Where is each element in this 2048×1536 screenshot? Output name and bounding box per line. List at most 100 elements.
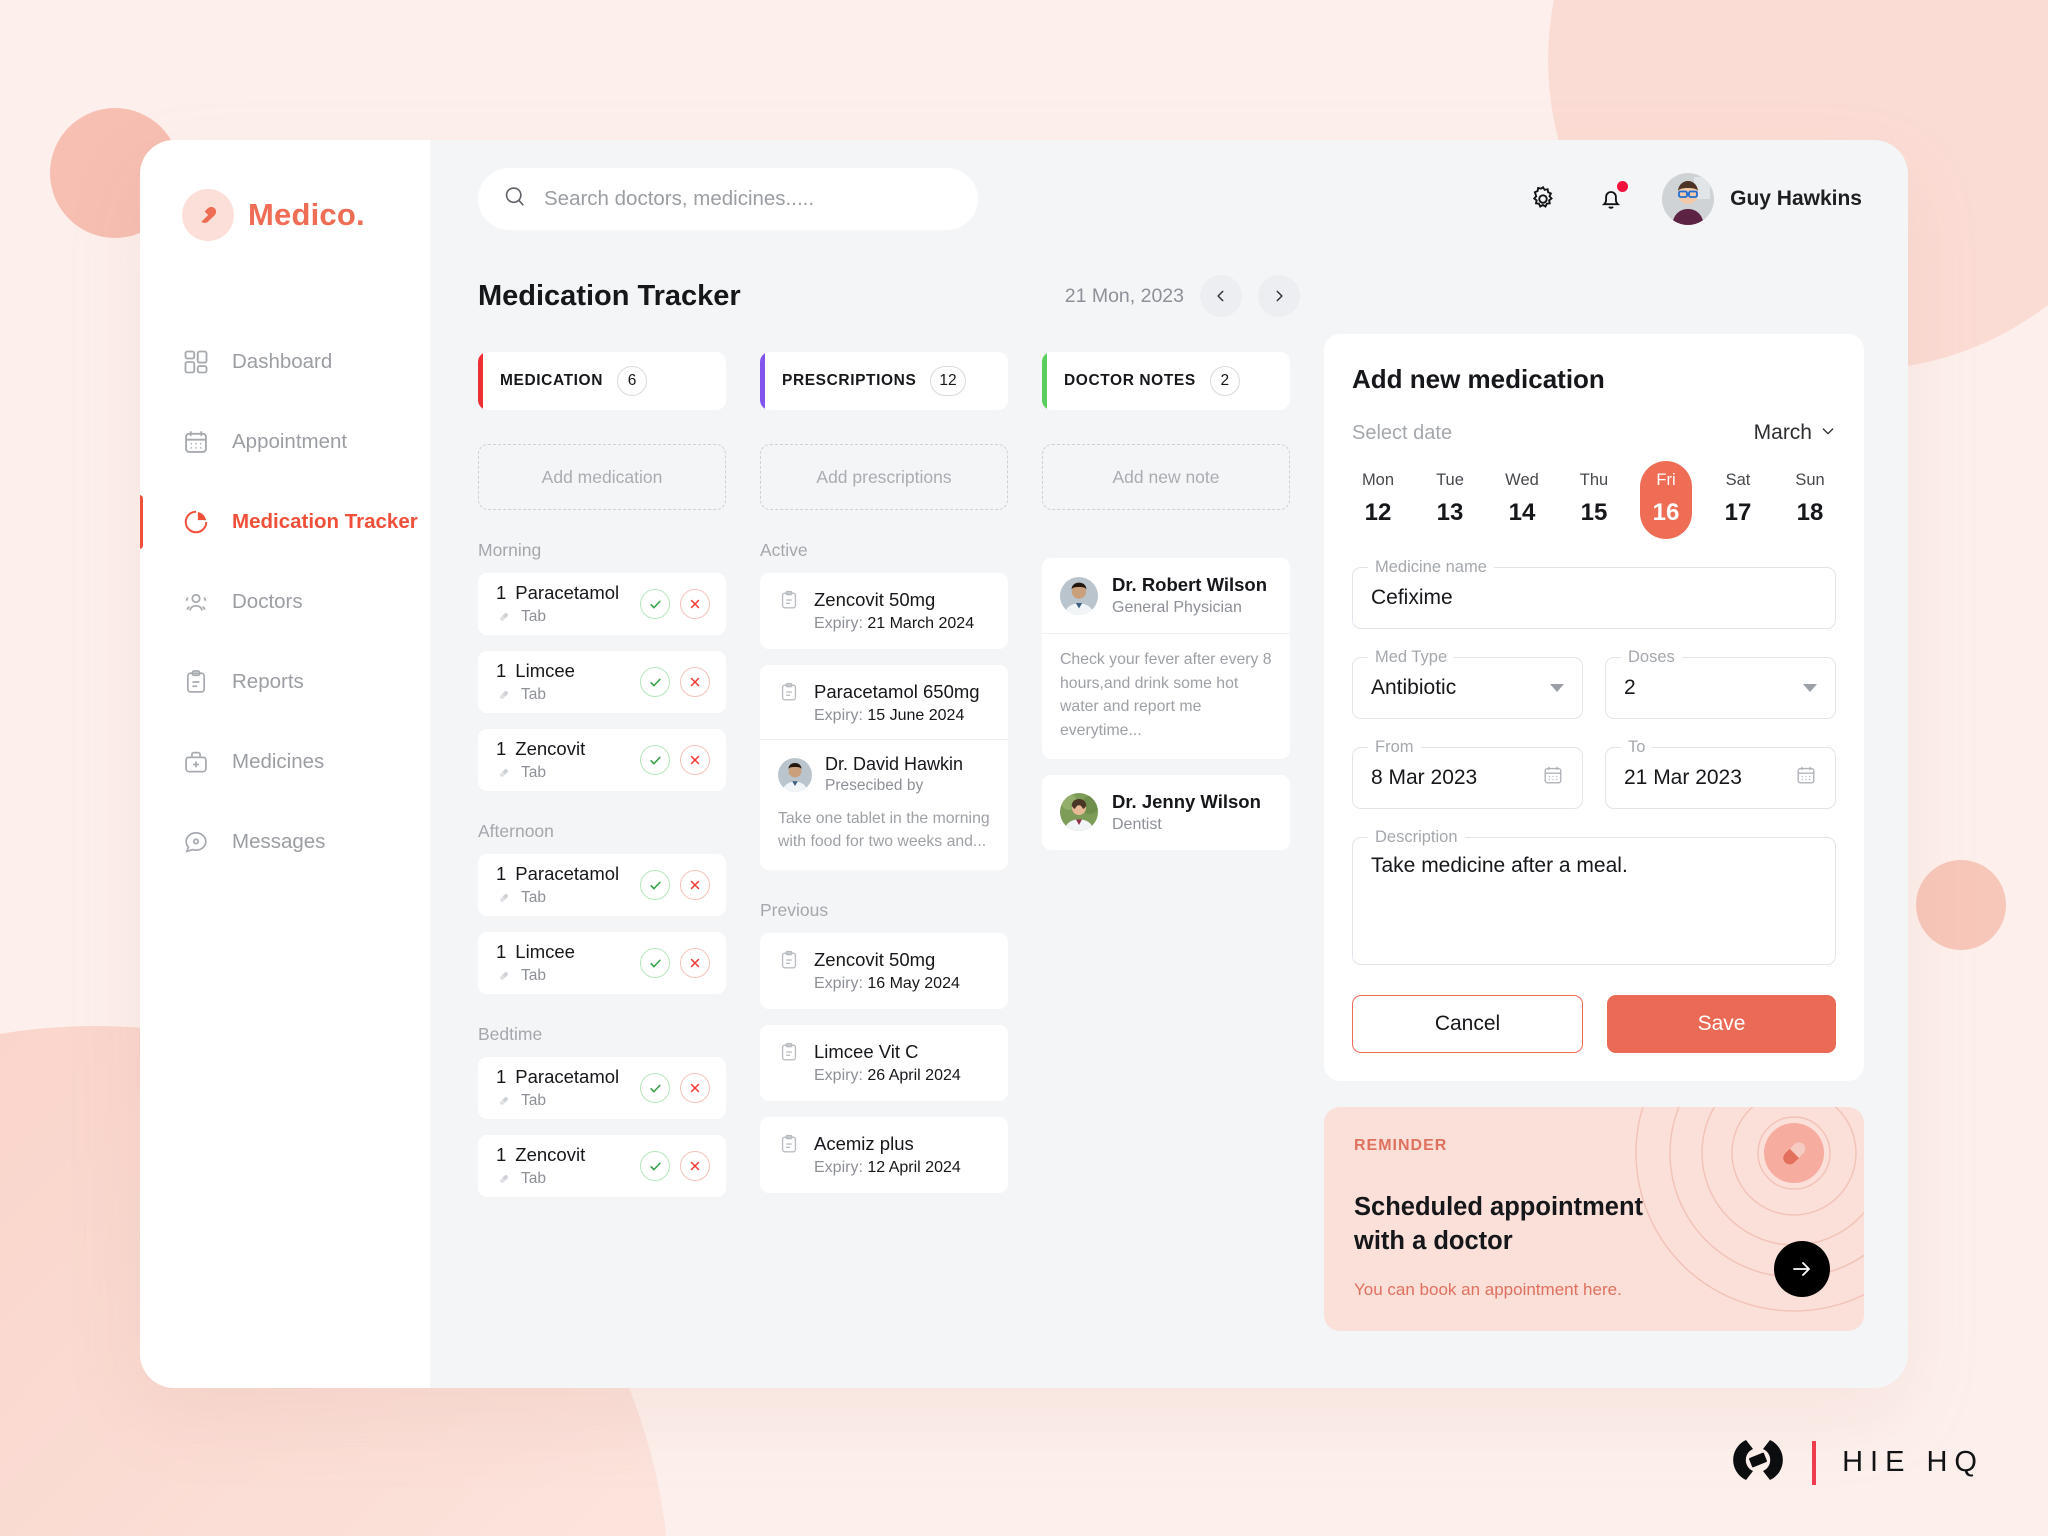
medication-row[interactable]: 1 Paracetamol Tab xyxy=(478,1057,726,1119)
expiry-date: 26 April 2024 xyxy=(867,1066,961,1084)
check-icon[interactable] xyxy=(640,589,670,619)
arrow-right-icon[interactable] xyxy=(1774,1241,1830,1297)
close-icon[interactable] xyxy=(680,1151,710,1181)
day-option[interactable]: Sun 18 xyxy=(1784,461,1836,539)
bell-icon[interactable] xyxy=(1594,181,1629,216)
add-new-note-button[interactable]: Add new note xyxy=(1042,444,1290,510)
medication-row[interactable]: 1 Zencovit Tab xyxy=(478,729,726,791)
medication-column: MEDICATION 6 Add medication Morning 1 Pa… xyxy=(478,352,726,1213)
from-date-field[interactable]: From 8 Mar 2023 xyxy=(1352,738,1583,809)
calendar-icon[interactable] xyxy=(1795,764,1817,792)
add-prescriptions-button[interactable]: Add prescriptions xyxy=(760,444,1008,510)
tab-prescriptions[interactable]: PRESCRIPTIONS 12 xyxy=(760,352,1008,410)
medication-row[interactable]: 1 Limcee Tab xyxy=(478,932,726,994)
day-option[interactable]: Tue 13 xyxy=(1424,461,1476,539)
day-option-selected[interactable]: Fri 16 xyxy=(1640,461,1692,539)
medication-qty: 1 xyxy=(496,1066,507,1087)
search-input[interactable] xyxy=(544,187,954,211)
prescription-card[interactable]: Acemiz plus Expiry: 12 April 2024 xyxy=(760,1116,1008,1193)
close-icon[interactable] xyxy=(680,948,710,978)
close-icon[interactable] xyxy=(680,870,710,900)
sidebar-item-dashboard[interactable]: Dashboard xyxy=(140,322,430,402)
day-option[interactable]: Wed 14 xyxy=(1496,461,1548,539)
current-date-label: 21 Mon, 2023 xyxy=(1064,284,1184,307)
medication-form-label: Tab xyxy=(521,1092,546,1109)
medicine-name-field[interactable]: Medicine name Cefixime xyxy=(1352,558,1836,629)
day-number: 18 xyxy=(1796,499,1824,526)
sidebar-item-reports[interactable]: Reports xyxy=(140,642,430,722)
reminder-kicker: REMINDER xyxy=(1354,1137,1448,1154)
sidebar-item-label: Doctors xyxy=(232,590,303,613)
prescription-card[interactable]: Zencovit 50mg Expiry: 16 May 2024 xyxy=(760,932,1008,1009)
add-medication-button[interactable]: Add medication xyxy=(478,444,726,510)
save-button[interactable]: Save xyxy=(1607,995,1836,1053)
medication-qty: 1 xyxy=(496,863,507,884)
medication-row[interactable]: 1 Paracetamol Tab xyxy=(478,573,726,635)
close-icon[interactable] xyxy=(680,667,710,697)
prescription-expiry: Expiry: 12 April 2024 xyxy=(814,1159,961,1177)
check-icon[interactable] xyxy=(640,870,670,900)
footer-logo: HIE HQ xyxy=(1730,1437,1984,1488)
sidebar-item-medicines[interactable]: Medicines xyxy=(140,722,430,802)
day-number: 12 xyxy=(1364,499,1392,526)
doctor-note-card[interactable]: Dr. Jenny Wilson Dentist xyxy=(1042,774,1290,850)
sidebar: Medico. Dashboard Appointment Medication… xyxy=(140,140,430,1388)
add-medication-panel: Add new medication Select date March Mon… xyxy=(1324,334,1864,1081)
to-date-field[interactable]: To 21 Mar 2023 xyxy=(1605,738,1836,809)
check-icon[interactable] xyxy=(640,1073,670,1103)
check-icon[interactable] xyxy=(640,667,670,697)
medication-form-label: Tab xyxy=(521,1170,546,1187)
gear-icon[interactable] xyxy=(1526,182,1560,216)
reminder-card[interactable]: REMINDER Scheduled appointment with a do… xyxy=(1324,1107,1864,1331)
medication-row[interactable]: 1 Paracetamol Tab xyxy=(478,854,726,916)
check-icon[interactable] xyxy=(640,745,670,775)
notification-badge xyxy=(1617,181,1629,192)
chevron-right-icon[interactable] xyxy=(1258,275,1300,317)
day-option[interactable]: Sat 17 xyxy=(1712,461,1764,539)
medication-title: 1 Paracetamol xyxy=(496,863,640,885)
user-profile[interactable]: Guy Hawkins xyxy=(1662,173,1862,225)
medication-name: Limcee xyxy=(515,941,575,962)
prescription-row: Limcee Vit C Expiry: 26 April 2024 xyxy=(778,1041,990,1085)
doctor-note-card[interactable]: Dr. Robert Wilson General Physician Chec… xyxy=(1042,558,1290,759)
field-label: From xyxy=(1368,738,1421,757)
sidebar-item-messages[interactable]: Messages xyxy=(140,802,430,882)
chevron-left-icon[interactable] xyxy=(1200,275,1242,317)
close-icon[interactable] xyxy=(680,745,710,775)
sidebar-item-doctors[interactable]: Doctors xyxy=(140,562,430,642)
expiry-date: 12 April 2024 xyxy=(867,1158,961,1176)
clipboard-icon xyxy=(778,1133,800,1160)
field-label: Doses xyxy=(1621,648,1682,667)
prescribing-doctor: Dr. David Hawkin Presecibed by xyxy=(778,754,990,795)
prescription-card[interactable]: Limcee Vit C Expiry: 26 April 2024 xyxy=(760,1024,1008,1101)
avatar xyxy=(1662,173,1715,225)
check-icon[interactable] xyxy=(640,948,670,978)
search-bar[interactable] xyxy=(478,168,978,230)
tab-medication[interactable]: MEDICATION 6 xyxy=(478,352,726,410)
prescription-card[interactable]: Zencovit 50mg Expiry: 21 March 2024 xyxy=(760,573,1008,649)
divider xyxy=(1812,1440,1817,1485)
description-textarea[interactable]: Take medicine after a meal. xyxy=(1352,837,1836,965)
close-icon[interactable] xyxy=(680,589,710,619)
medication-row[interactable]: 1 Zencovit Tab xyxy=(478,1135,726,1197)
close-icon[interactable] xyxy=(680,1073,710,1103)
prescription-card[interactable]: Paracetamol 650mg Expiry: 15 June 2024 D… xyxy=(760,665,1008,870)
day-option[interactable]: Mon 12 xyxy=(1352,461,1404,539)
pill-icon xyxy=(500,1175,508,1183)
med-type-field[interactable]: Med Type Antibiotic xyxy=(1352,648,1583,719)
day-option[interactable]: Thu 15 xyxy=(1568,461,1620,539)
medication-form-label: Tab xyxy=(521,889,546,906)
brand-logo[interactable]: Medico. xyxy=(140,180,430,250)
medication-row[interactable]: 1 Limcee Tab xyxy=(478,651,726,713)
description-field[interactable]: Description Take medicine after a meal. xyxy=(1352,828,1836,965)
calendar-icon[interactable] xyxy=(1542,764,1564,792)
tab-doctor-notes[interactable]: DOCTOR NOTES 2 xyxy=(1042,352,1290,410)
month-selector[interactable]: March xyxy=(1754,421,1836,445)
doctor-name: Dr. Jenny Wilson xyxy=(1112,790,1261,812)
reminder-subtitle: You can book an appointment here. xyxy=(1354,1280,1622,1300)
cancel-button[interactable]: Cancel xyxy=(1352,995,1583,1053)
sidebar-item-medication-tracker[interactable]: Medication Tracker xyxy=(140,482,430,562)
check-icon[interactable] xyxy=(640,1151,670,1181)
sidebar-item-appointment[interactable]: Appointment xyxy=(140,402,430,482)
doses-field[interactable]: Doses 2 xyxy=(1605,648,1836,719)
